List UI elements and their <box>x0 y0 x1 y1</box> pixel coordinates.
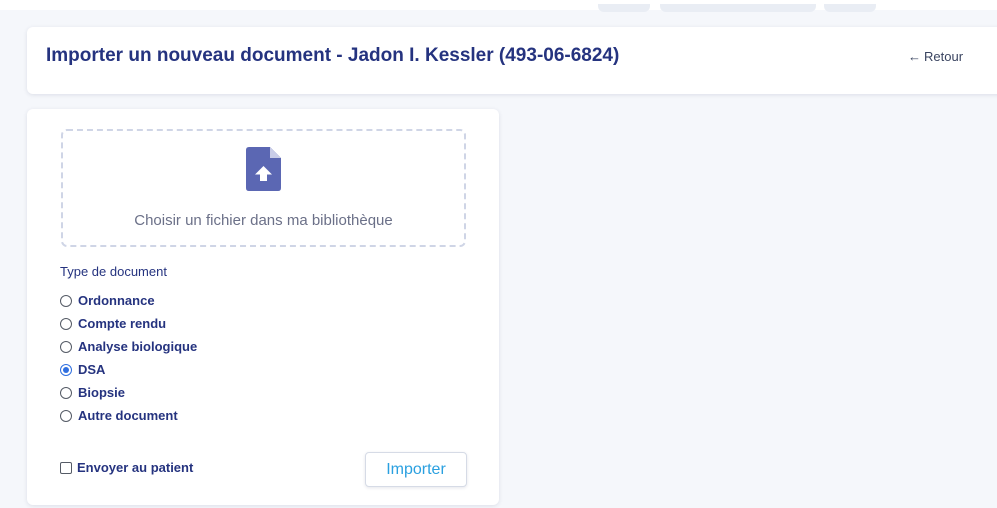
radio-dsa[interactable]: DSA <box>60 358 197 381</box>
radio-autre-document[interactable]: Autre document <box>60 404 197 427</box>
radio-label: Ordonnance <box>78 293 155 308</box>
document-type-radio-group: Ordonnance Compte rendu Analyse biologiq… <box>60 289 197 427</box>
radio-analyse-biologique[interactable]: Analyse biologique <box>60 335 197 358</box>
send-to-patient-option[interactable]: Envoyer au patient <box>60 460 193 475</box>
document-type-heading: Type de document <box>60 264 167 279</box>
radio-button-selected[interactable] <box>60 363 72 376</box>
back-link[interactable]: ← Retour <box>908 49 963 64</box>
radio-button[interactable] <box>60 409 72 422</box>
dropzone-label: Choisir un fichier dans ma bibliothèque <box>134 212 393 229</box>
top-tab[interactable] <box>660 4 816 12</box>
radio-label: DSA <box>78 362 106 377</box>
import-button[interactable]: Importer <box>365 452 467 487</box>
radio-button[interactable] <box>60 340 72 353</box>
top-tab[interactable] <box>824 4 876 12</box>
radio-button[interactable] <box>60 386 72 399</box>
radio-button[interactable] <box>60 317 72 330</box>
radio-button[interactable] <box>60 294 72 307</box>
radio-compte-rendu[interactable]: Compte rendu <box>60 312 197 335</box>
upload-form-card: Choisir un fichier dans ma bibliothèque … <box>27 109 499 505</box>
header-card: Importer un nouveau document - Jadon I. … <box>27 27 997 94</box>
file-upload-icon <box>246 147 281 191</box>
radio-label: Compte rendu <box>78 316 167 331</box>
top-tab[interactable] <box>598 4 650 12</box>
radio-label: Autre document <box>78 408 178 423</box>
arrow-left-icon: ← <box>908 49 921 64</box>
page-title: Importer un nouveau document - Jadon I. … <box>46 45 620 66</box>
radio-label: Analyse biologique <box>78 339 198 354</box>
back-link-label: Retour <box>924 49 964 64</box>
radio-label: Biopsie <box>78 385 125 400</box>
send-to-patient-label: Envoyer au patient <box>77 460 194 475</box>
radio-ordonnance[interactable]: Ordonnance <box>60 289 197 312</box>
send-to-patient-checkbox[interactable] <box>60 461 72 474</box>
radio-biopsie[interactable]: Biopsie <box>60 381 197 404</box>
file-dropzone[interactable]: Choisir un fichier dans ma bibliothèque <box>61 129 466 247</box>
